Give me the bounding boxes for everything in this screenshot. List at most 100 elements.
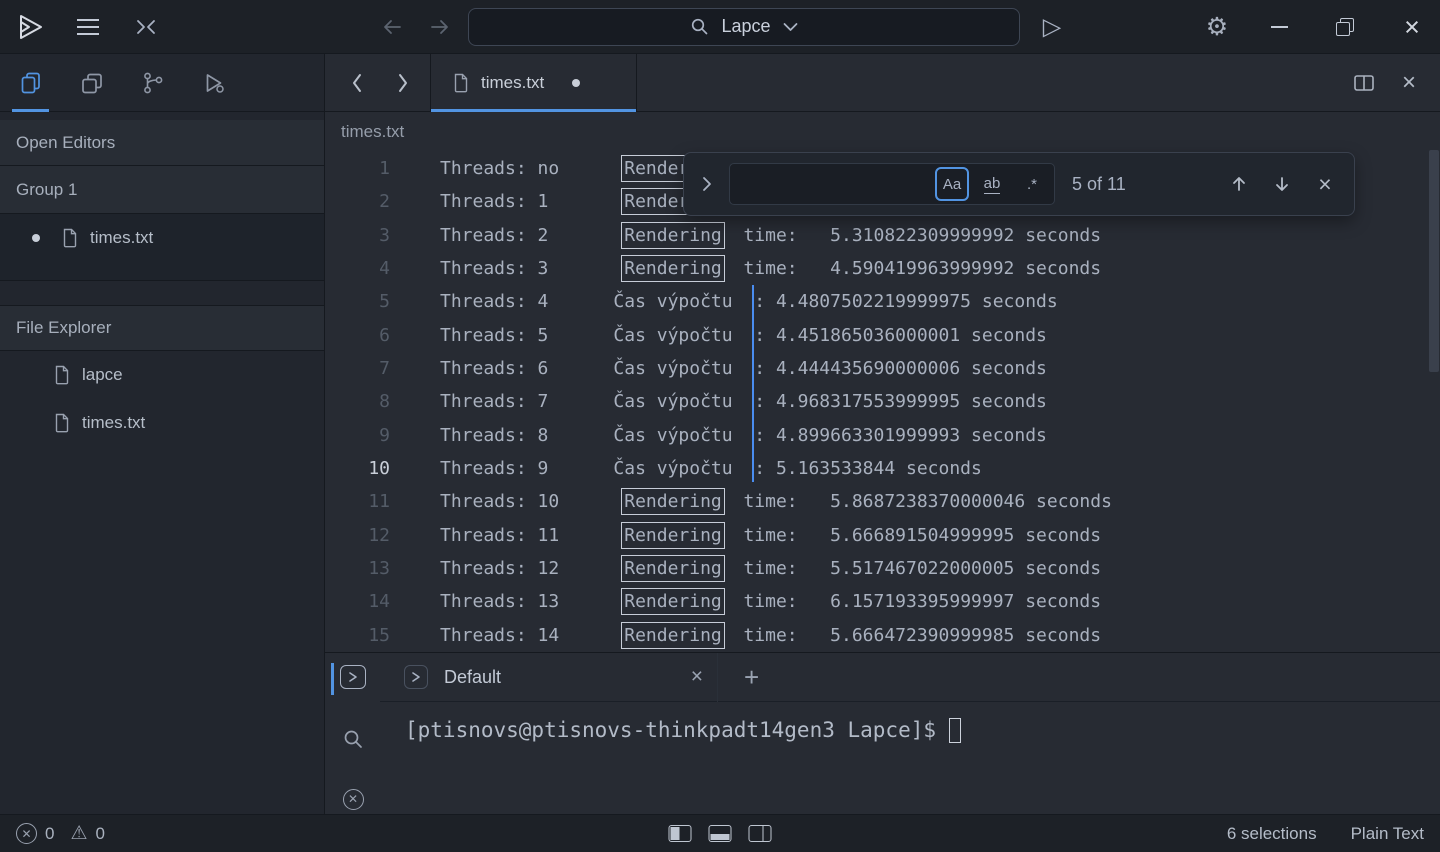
code-line[interactable]: 15 Threads: 14 Rendering time: 5.66647239…	[325, 619, 1440, 652]
tab-next-icon[interactable]	[391, 68, 415, 98]
source-control-icon[interactable]	[122, 54, 183, 112]
search-panel-icon[interactable]	[339, 725, 367, 753]
open-editors-header[interactable]: Open Editors	[0, 120, 324, 166]
panel-layout-toggles	[668, 825, 772, 842]
file-explorer-header[interactable]: File Explorer	[0, 305, 324, 351]
split-editor-icon[interactable]	[1351, 70, 1377, 96]
code-editor[interactable]: 1 Threads: no Rendering 2 Threads: 1 Render…	[325, 152, 1440, 652]
whole-word-toggle[interactable]: ab	[975, 167, 1009, 201]
find-input-box: Aa ab .*	[729, 163, 1055, 205]
code-line[interactable]: 7 Threads: 6 Čas výpočtu : 4.444435690000…	[325, 352, 1440, 385]
lapce-logo-icon	[14, 11, 46, 43]
errors-count: 0	[45, 823, 55, 843]
terminal-tabbar: Default × +	[380, 652, 1440, 702]
errors-icon: ✕	[16, 823, 37, 844]
toggle-bottom-panel-icon[interactable]	[708, 825, 732, 842]
menu-icon[interactable]	[72, 11, 104, 43]
search-icon	[692, 18, 708, 35]
code-line[interactable]: 14 Threads: 13 Rendering time: 6.15719339…	[325, 585, 1440, 618]
selections-status[interactable]: 6 selections	[1227, 824, 1317, 844]
file-icon	[55, 413, 69, 433]
close-editor-icon[interactable]: ×	[1398, 69, 1420, 97]
activity-bar	[0, 54, 324, 112]
find-previous-icon[interactable]	[1224, 169, 1254, 199]
line-number: 8	[379, 391, 390, 413]
windows-icon[interactable]	[61, 54, 122, 112]
file-item[interactable]: times.txt	[0, 399, 324, 447]
active-panel-indicator	[331, 663, 334, 695]
code-line[interactable]: 12 Threads: 11 Rendering time: 5.66689150…	[325, 519, 1440, 552]
code-line[interactable]: 9 Threads: 8 Čas výpočtu : 4.899663301999…	[325, 419, 1440, 452]
editor-area: times.txt × times.txt 1 Threads: no Rende…	[325, 54, 1440, 652]
search-match: Rendering	[621, 521, 725, 549]
tab-times-txt[interactable]: times.txt	[430, 54, 637, 112]
command-palette[interactable]: Lapce	[468, 7, 1020, 46]
code-line[interactable]: 13 Threads: 12 Rendering time: 5.51746702…	[325, 552, 1440, 585]
titlebar: Lapce ▷ ⚙ ×	[0, 0, 1440, 54]
problems-panel-icon[interactable]: ✕	[339, 785, 367, 813]
run-debug-icon[interactable]	[183, 54, 244, 112]
open-editors-icon[interactable]	[0, 54, 61, 112]
editor-scrollbar-thumb[interactable]	[1429, 150, 1439, 372]
panel-icon-strip: ✕	[325, 653, 380, 815]
remote-connect-icon[interactable]	[130, 11, 162, 43]
window-close-button[interactable]: ×	[1399, 13, 1425, 40]
run-button[interactable]: ▷	[1038, 12, 1066, 41]
new-terminal-icon[interactable]: +	[744, 662, 759, 693]
modified-dot	[32, 234, 40, 242]
terminal-tab-close-icon[interactable]: ×	[691, 665, 703, 689]
regex-toggle[interactable]: .*	[1015, 167, 1049, 201]
line-number: 1	[379, 158, 390, 180]
line-number: 9	[379, 424, 390, 446]
line-number: 2	[379, 191, 390, 213]
terminal-panel-icon[interactable]	[339, 663, 367, 691]
line-number: 12	[368, 524, 390, 546]
match-case-label: Aa	[942, 175, 962, 193]
open-file-label: times.txt	[90, 228, 154, 247]
tab-modified-dot	[572, 79, 581, 87]
palette-label: Lapce	[721, 16, 771, 36]
nav-forward-icon[interactable]	[424, 11, 456, 43]
find-expand-chevron-icon[interactable]	[698, 171, 716, 197]
language-mode[interactable]: Plain Text	[1351, 824, 1424, 844]
file-icon	[55, 365, 69, 385]
toggle-left-panel-icon[interactable]	[668, 825, 692, 842]
find-input[interactable]	[740, 174, 929, 194]
line-number: 5	[379, 291, 390, 313]
code-line[interactable]: 10 Threads: 9 Čas výpočtu : 5.163533844 s…	[325, 452, 1440, 485]
search-match: Rendering	[621, 221, 725, 249]
sidebar: Open Editors Group 1 times.txt File Expl…	[0, 54, 325, 814]
terminal-content[interactable]: [ptisnovs@ptisnovs-thinkpadt14gen3 Lapce…	[380, 702, 1440, 814]
settings-gear-icon[interactable]: ⚙	[1202, 12, 1232, 42]
file-explorer-label: File Explorer	[16, 318, 112, 337]
find-next-icon[interactable]	[1267, 169, 1297, 199]
line-number: 15	[368, 624, 390, 646]
editor-group-header[interactable]: Group 1	[0, 166, 324, 214]
code-line[interactable]: 6 Threads: 5 Čas výpočtu : 4.451865036000…	[325, 319, 1440, 352]
file-item[interactable]: lapce	[0, 351, 324, 399]
terminal-tab-default[interactable]: Default ×	[390, 652, 718, 702]
tab-label: times.txt	[481, 73, 545, 92]
code-line[interactable]: 5 Threads: 4 Čas výpočtu : 4.480750221999…	[325, 285, 1440, 318]
code-line[interactable]: 11 Threads: 10 Rendering time: 5.86872383…	[325, 485, 1440, 518]
code-line[interactable]: 3 Threads: 2 Rendering time: 5.3108223099…	[325, 219, 1440, 252]
search-match: Rendering	[621, 555, 725, 583]
restore-button[interactable]	[1336, 17, 1354, 36]
toggle-right-panel-icon[interactable]	[748, 825, 772, 842]
code-line[interactable]: 4 Threads: 3 Rendering time: 4.5904199639…	[325, 252, 1440, 285]
problems-status[interactable]: ✕ 0 ⚠ 0	[0, 822, 105, 845]
find-close-icon[interactable]: ×	[1310, 169, 1340, 199]
nav-back-icon[interactable]	[376, 11, 408, 43]
code-line[interactable]: 8 Threads: 7 Čas výpočtu : 4.968317553999…	[325, 385, 1440, 418]
search-match: Rendering	[621, 255, 725, 283]
minimize-button[interactable]	[1270, 17, 1290, 37]
multi-cursor-caret	[752, 285, 754, 482]
editor-tabbar: times.txt ×	[325, 54, 1440, 112]
line-number: 6	[379, 324, 390, 346]
open-editor-item[interactable]: times.txt	[0, 214, 324, 262]
terminal-panel: ✕ Default × + [ptisnovs@ptisnovs-thinkpa…	[325, 652, 1440, 814]
open-editors-label: Open Editors	[16, 132, 116, 152]
match-case-toggle[interactable]: Aa	[935, 167, 969, 201]
tab-prev-icon[interactable]	[345, 68, 369, 98]
